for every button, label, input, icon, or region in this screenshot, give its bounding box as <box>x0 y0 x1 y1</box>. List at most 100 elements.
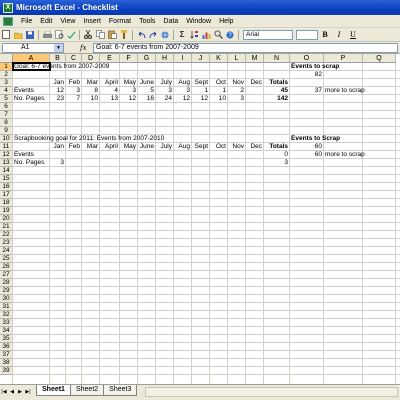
month-header[interactable]: April <box>101 143 119 151</box>
cell-o10[interactable]: Events to Scrap <box>291 135 362 143</box>
workbook-icon[interactable] <box>3 16 13 26</box>
autosum-icon[interactable]: Σ <box>177 30 187 40</box>
column-header-o[interactable]: O <box>290 54 324 63</box>
cell-n13[interactable]: 3 <box>265 159 289 167</box>
page-count-cell[interactable]: 3 <box>229 95 245 103</box>
cell-b13[interactable]: 3 <box>51 159 65 167</box>
month-header[interactable]: Oct <box>211 79 227 87</box>
open-icon[interactable] <box>13 30 23 40</box>
page-count-cell[interactable]: 23 <box>51 95 65 103</box>
page-count-cell[interactable]: 12 <box>175 95 191 103</box>
save-icon[interactable] <box>25 30 35 40</box>
column-header-p[interactable]: P <box>324 54 363 63</box>
month-header[interactable]: Aug <box>175 143 191 151</box>
horizontal-scrollbar[interactable] <box>145 387 398 397</box>
page-count-cell[interactable]: 10 <box>83 95 99 103</box>
month-header[interactable]: Dec <box>247 143 263 151</box>
column-header-l[interactable]: L <box>228 54 246 63</box>
column-header-m[interactable]: M <box>246 54 264 63</box>
cell-p4[interactable]: more to scrap <box>325 87 395 95</box>
italic-button[interactable]: I <box>334 30 344 40</box>
month-header[interactable]: April <box>101 79 119 87</box>
spelling-icon[interactable] <box>66 30 76 40</box>
month-header[interactable]: June <box>139 79 155 87</box>
cell-p12[interactable]: more to scrap <box>325 151 395 159</box>
event-count-cell[interactable]: 12 <box>51 87 65 95</box>
sort-ascending-icon[interactable] <box>189 30 199 40</box>
copy-icon[interactable] <box>95 30 105 40</box>
hyperlink-icon[interactable] <box>160 30 170 40</box>
page-count-cell[interactable]: 7 <box>67 95 81 103</box>
menu-insert[interactable]: Insert <box>79 18 105 25</box>
menu-file[interactable]: File <box>17 18 36 25</box>
menu-tools[interactable]: Tools <box>135 18 159 25</box>
menu-view[interactable]: View <box>56 18 79 25</box>
column-header-a[interactable]: A <box>13 54 50 63</box>
month-header[interactable]: Oct <box>211 143 227 151</box>
print-icon[interactable] <box>42 30 52 40</box>
month-header[interactable]: Mar <box>83 143 99 151</box>
undo-icon[interactable] <box>136 30 146 40</box>
month-header[interactable]: Feb <box>67 79 81 87</box>
cell-a10[interactable]: Scrapbooking goal for 2011: Events from … <box>14 135 191 143</box>
last-sheet-icon[interactable]: ▶| <box>24 388 32 396</box>
cell-a1[interactable]: Goal: 6-7 events from 2007-2009 <box>14 63 109 71</box>
sheet-tab-sheet2[interactable]: Sheet2 <box>69 385 105 396</box>
event-count-cell[interactable]: 4 <box>101 87 119 95</box>
cell-o1[interactable]: Events to scrap <box>291 63 362 71</box>
select-all-corner[interactable] <box>0 54 13 63</box>
column-header-b[interactable]: B <box>50 54 66 63</box>
menu-format[interactable]: Format <box>105 18 135 25</box>
insert-function-icon[interactable]: fx <box>80 44 90 52</box>
print-preview-icon[interactable] <box>54 30 64 40</box>
page-count-cell[interactable]: 24 <box>157 95 173 103</box>
sheet-tab-sheet1[interactable]: Sheet1 <box>36 385 71 396</box>
page-count-cell[interactable]: 16 <box>139 95 155 103</box>
cell-a5[interactable]: No. Pages <box>14 95 49 103</box>
cell-o2[interactable]: 82 <box>291 71 323 79</box>
cell-a12[interactable]: Events <box>14 151 49 159</box>
underline-button[interactable]: U <box>348 30 358 40</box>
event-count-cell[interactable]: 3 <box>121 87 137 95</box>
month-header[interactable]: Feb <box>67 143 81 151</box>
formula-input[interactable]: Goal: 6-7 events from 2007-2009 <box>93 42 398 53</box>
column-header-h[interactable]: H <box>156 54 174 63</box>
month-header[interactable]: Mar <box>83 79 99 87</box>
redo-icon[interactable] <box>148 30 158 40</box>
help-icon[interactable]: ? <box>225 30 235 40</box>
page-count-cell[interactable]: 12 <box>193 95 209 103</box>
page-count-cell[interactable]: 10 <box>211 95 227 103</box>
column-header-k[interactable]: K <box>210 54 228 63</box>
event-count-cell[interactable]: 5 <box>139 87 155 95</box>
month-header[interactable]: Sept <box>193 143 209 151</box>
paste-icon[interactable] <box>107 30 117 40</box>
event-count-cell[interactable]: 1 <box>211 87 227 95</box>
cell-n3[interactable]: Totals <box>265 79 289 87</box>
column-header-i[interactable]: I <box>174 54 192 63</box>
cell-n4[interactable]: 45 <box>265 87 289 95</box>
column-header-d[interactable]: D <box>82 54 100 63</box>
month-header[interactable]: Jan <box>51 143 65 151</box>
chevron-down-icon[interactable]: ▼ <box>54 43 63 52</box>
month-header[interactable]: May <box>121 143 137 151</box>
bold-button[interactable]: B <box>320 30 330 40</box>
name-box[interactable]: A1 ▼ <box>2 42 64 53</box>
month-header[interactable]: Aug <box>175 79 191 87</box>
format-painter-icon[interactable] <box>119 30 129 40</box>
menu-edit[interactable]: Edit <box>36 18 56 25</box>
menu-data[interactable]: Data <box>159 18 182 25</box>
event-count-cell[interactable]: 1 <box>193 87 209 95</box>
font-name-select[interactable]: Arial <box>243 29 293 40</box>
cell-o12[interactable]: 60 <box>291 151 323 159</box>
column-header-j[interactable]: J <box>192 54 210 63</box>
month-header[interactable]: Nov <box>229 143 245 151</box>
sheet-tab-sheet3[interactable]: Sheet3 <box>103 385 138 396</box>
next-sheet-icon[interactable]: ▶ <box>16 388 24 396</box>
column-header-f[interactable]: F <box>120 54 138 63</box>
event-count-cell[interactable]: 3 <box>67 87 81 95</box>
new-icon[interactable] <box>1 30 11 40</box>
previous-sheet-icon[interactable]: ◀ <box>8 388 16 396</box>
first-sheet-icon[interactable]: |◀ <box>0 388 8 396</box>
month-header[interactable]: Nov <box>229 79 245 87</box>
month-header[interactable]: July <box>157 143 173 151</box>
